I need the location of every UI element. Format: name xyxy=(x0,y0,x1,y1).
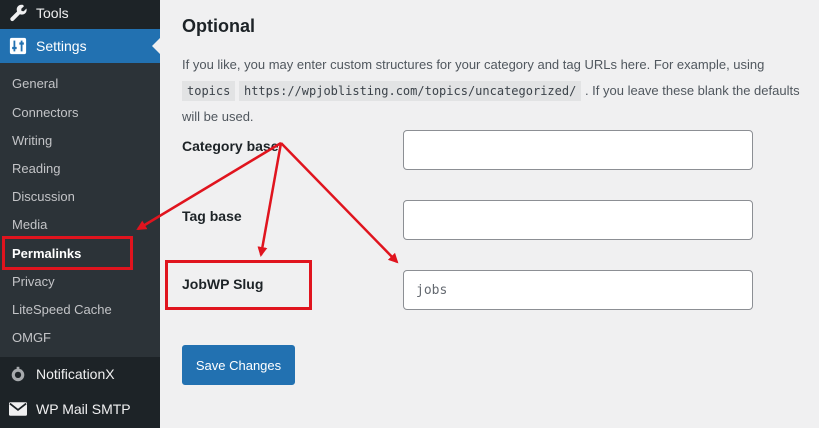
menu-settings[interactable]: Settings xyxy=(0,29,160,63)
section-title: Optional xyxy=(182,16,255,36)
submenu-general[interactable]: General xyxy=(12,76,58,91)
sliders-icon xyxy=(0,37,36,55)
optional-description: If you like, you may enter custom struct… xyxy=(182,52,814,130)
tag-base-label: Tag base xyxy=(182,208,242,224)
category-base-input[interactable] xyxy=(403,130,753,170)
save-changes-button[interactable]: Save Changes xyxy=(182,345,295,385)
jobwp-slug-input[interactable] xyxy=(403,270,753,310)
tag-base-input[interactable] xyxy=(403,200,753,240)
desc-code-topics: topics xyxy=(182,81,236,101)
desc-text-before: If you like, you may enter custom struct… xyxy=(182,57,765,72)
menu-wp-mail-smtp-label: WP Mail SMTP xyxy=(36,401,131,417)
settings-submenu: General Connectors Writing Reading Discu… xyxy=(0,63,160,357)
envelope-icon xyxy=(0,402,36,416)
submenu-omgf[interactable]: OMGF xyxy=(12,330,51,345)
menu-settings-label: Settings xyxy=(36,38,87,54)
desc-code-url: https://wpjoblisting.com/topics/uncatego… xyxy=(238,81,582,101)
notification-icon xyxy=(0,365,36,383)
category-base-label: Category base xyxy=(182,138,279,154)
jobwp-slug-highlight-box xyxy=(165,260,312,310)
menu-wp-mail-smtp[interactable]: WP Mail SMTP xyxy=(0,392,160,426)
menu-tools-label: Tools xyxy=(36,5,69,21)
submenu-privacy[interactable]: Privacy xyxy=(12,274,55,289)
submenu-discussion[interactable]: Discussion xyxy=(12,189,75,204)
menu-notificationx[interactable]: NotificationX xyxy=(0,357,160,391)
submenu-reading[interactable]: Reading xyxy=(12,161,60,176)
submenu-litespeed-cache[interactable]: LiteSpeed Cache xyxy=(12,302,112,317)
submenu-writing[interactable]: Writing xyxy=(12,133,52,148)
submenu-media[interactable]: Media xyxy=(12,217,47,232)
menu-tools[interactable]: Tools xyxy=(0,0,160,26)
wrench-icon xyxy=(0,4,36,22)
main-content: Optional If you like, you may enter cust… xyxy=(160,0,819,428)
menu-notificationx-label: NotificationX xyxy=(36,366,115,382)
admin-sidebar: Tools Settings General Connectors Writin… xyxy=(0,0,160,428)
submenu-connectors[interactable]: Connectors xyxy=(12,105,78,120)
permalinks-highlight-box xyxy=(2,236,133,270)
